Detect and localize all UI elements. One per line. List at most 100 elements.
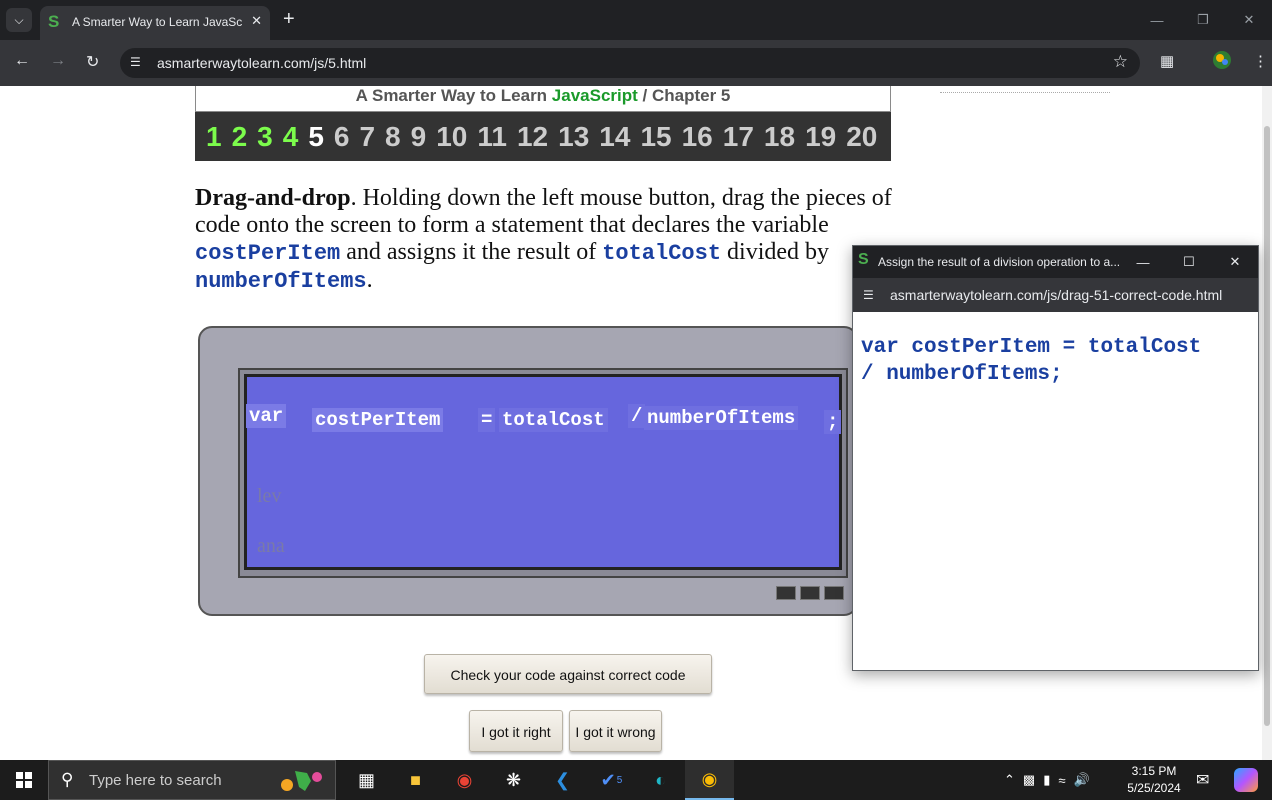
chapter-navigation: 1 2 3 4 5 6 7 8 9 10 11 12 13 14 15 16 17 18 19 20 (195, 112, 891, 161)
bookmark-star-icon[interactable]: ☆ (1113, 52, 1128, 72)
chapter-link-9[interactable]: 9 (411, 112, 427, 161)
chapter-link-18[interactable]: 18 (764, 112, 795, 161)
chapter-link-7[interactable]: 7 (359, 112, 375, 161)
edge-icon[interactable]: ◐ (636, 760, 685, 800)
clock-date: 5/25/2024 (1127, 781, 1181, 795)
popup-address-bar: ☰ asmarterwaytolearn.com/js/drag-51-corr… (853, 278, 1258, 312)
chatgpt-icon[interactable]: ❋ (489, 760, 538, 800)
chapter-link-1[interactable]: 1 (206, 112, 222, 161)
code-piece-equals[interactable]: = (478, 408, 496, 432)
windows-taskbar: ⚲ Type here to search ▦ ■ ◉ ❋ ❮ ✔ 5 ◐ ◉ ⌃… (0, 760, 1272, 800)
vscode-icon[interactable]: ❮ (538, 760, 587, 800)
new-tab-button[interactable]: + (283, 8, 295, 30)
restore-icon[interactable]: ❐ (1180, 0, 1226, 40)
browser-toolbar: ← → ↻ ☰ asmarterwaytolearn.com/js/5.html… (0, 40, 1272, 86)
browser-tab[interactable]: S A Smarter Way to Learn JavaSc ✕ (40, 6, 270, 40)
chrome-active-icon[interactable]: ◉ (685, 760, 734, 800)
system-tray: ⌃ ▩ ▮ ≈ 🔊 (1004, 760, 1090, 800)
copilot-icon[interactable] (1234, 768, 1258, 792)
minimize-icon[interactable]: — (1134, 0, 1180, 40)
got-it-right-button[interactable]: I got it right (469, 710, 563, 752)
popup-minimize-icon[interactable]: — (1120, 246, 1166, 278)
notification-center-icon[interactable]: ✉ (1196, 770, 1209, 790)
back-arrow-icon[interactable]: ← (14, 52, 30, 70)
extensions-puzzle-icon[interactable]: ▦ (1160, 52, 1174, 70)
chapter-link-12[interactable]: 12 (517, 112, 548, 161)
site-settings-icon[interactable]: ☰ (863, 288, 874, 302)
address-bar-url[interactable]: asmarterwaytolearn.com/js/5.html (157, 55, 366, 71)
popup-maximize-icon[interactable]: ☐ (1166, 246, 1212, 278)
forward-arrow-icon[interactable]: → (50, 52, 66, 70)
chapter-link-10[interactable]: 10 (436, 112, 467, 161)
tab-strip: ⌵ S A Smarter Way to Learn JavaSc ✕ + — … (0, 0, 1272, 40)
check-code-button[interactable]: Check your code against correct code (424, 654, 712, 694)
chapter-link-16[interactable]: 16 (682, 112, 713, 161)
instruction-title: Drag-and-drop (195, 185, 351, 211)
popup-titlebar[interactable]: S Assign the result of a division operat… (853, 246, 1258, 278)
code-term: costPerItem (195, 241, 341, 266)
volume-icon[interactable]: 🔊 (1074, 772, 1090, 788)
code-term: numberOfItems (195, 269, 367, 294)
taskbar-search[interactable]: ⚲ Type here to search (48, 760, 336, 800)
code-piece-semicolon[interactable]: ; (824, 410, 842, 434)
chapter-link-3[interactable]: 3 (257, 112, 273, 161)
popup-title: Assign the result of a division operatio… (878, 255, 1121, 269)
code-piece-totalcost[interactable]: totalCost (499, 408, 608, 432)
code-piece-var[interactable]: var (246, 404, 287, 428)
address-bar[interactable]: ☰ asmarterwaytolearn.com/js/5.html ☆ (120, 48, 1140, 78)
battery-icon[interactable]: ▮ (1043, 772, 1050, 788)
chapter-link-8[interactable]: 8 (385, 112, 401, 161)
chapter-link-13[interactable]: 13 (558, 112, 589, 161)
windows-start-button[interactable] (0, 760, 48, 800)
chapter-link-6[interactable]: 6 (334, 112, 350, 161)
code-piece-numberofitems[interactable]: numberOfItems (644, 406, 799, 430)
search-icon: ⚲ (61, 770, 74, 789)
chrome-icon[interactable]: ◉ (440, 760, 489, 800)
header-brand: JavaScript (551, 86, 638, 105)
reload-icon[interactable]: ↻ (86, 52, 99, 72)
instruction-part: and assigns it the result of (340, 239, 603, 265)
task-view-icon[interactable]: ▦ (342, 760, 391, 800)
windows-logo-icon (16, 772, 32, 788)
chapter-link-19[interactable]: 19 (805, 112, 836, 161)
monitor-buttons (776, 586, 844, 600)
correct-code-line: var costPerItem = totalCost (861, 336, 1202, 359)
scrollbar-thumb[interactable] (1264, 126, 1270, 726)
monitor-screen[interactable]: lev ana (244, 374, 842, 570)
chapter-link-15[interactable]: 15 (640, 112, 671, 161)
browser-menu-icon[interactable]: ⋮ (1253, 52, 1268, 70)
file-explorer-icon[interactable]: ■ (391, 760, 440, 800)
code-piece-slash[interactable]: / (628, 404, 646, 428)
todo-icon[interactable]: ✔ 5 (587, 760, 636, 800)
dotted-divider (940, 92, 1110, 93)
search-highlight-icon (281, 771, 322, 791)
chapter-link-11[interactable]: 11 (477, 112, 507, 161)
instruction-part: divided by (721, 239, 830, 265)
window-controls: — ❐ ✕ (1134, 0, 1272, 40)
site-settings-icon[interactable]: ☰ (130, 55, 141, 69)
chapter-link-20[interactable]: 20 (846, 112, 877, 161)
tray-overflow-chevron-icon[interactable]: ⌃ (1004, 772, 1015, 788)
wifi-icon[interactable]: ≈ (1058, 773, 1065, 788)
chapter-link-2[interactable]: 2 (232, 112, 248, 161)
chapter-link-5[interactable]: 5 (308, 112, 324, 161)
chapter-link-17[interactable]: 17 (723, 112, 754, 161)
meet-now-icon[interactable]: ▩ (1023, 772, 1035, 788)
site-favicon-icon: S (48, 12, 60, 31)
close-window-icon[interactable]: ✕ (1226, 0, 1272, 40)
todo-badge: 5 (616, 774, 623, 786)
header-chapter: / Chapter 5 (637, 86, 731, 105)
taskbar-clock[interactable]: 3:15 PM 5/25/2024 (1118, 763, 1190, 797)
chapter-link-14[interactable]: 14 (599, 112, 630, 161)
monitor-drop-area: lev ana var costPerItem = totalCost / nu… (198, 326, 858, 616)
tab-title: A Smarter Way to Learn JavaSc (72, 15, 242, 29)
popup-close-icon[interactable]: ✕ (1212, 246, 1258, 278)
tab-close-icon[interactable]: ✕ (251, 13, 262, 29)
screen-watermark: ana (257, 535, 285, 557)
chapter-link-4[interactable]: 4 (283, 112, 299, 161)
tab-search-button[interactable]: ⌵ (6, 8, 32, 32)
got-it-wrong-button[interactable]: I got it wrong (569, 710, 662, 752)
page-scrollbar[interactable] (1262, 86, 1272, 760)
code-piece-costperitem[interactable]: costPerItem (312, 408, 444, 432)
profile-avatar[interactable] (1212, 50, 1232, 74)
